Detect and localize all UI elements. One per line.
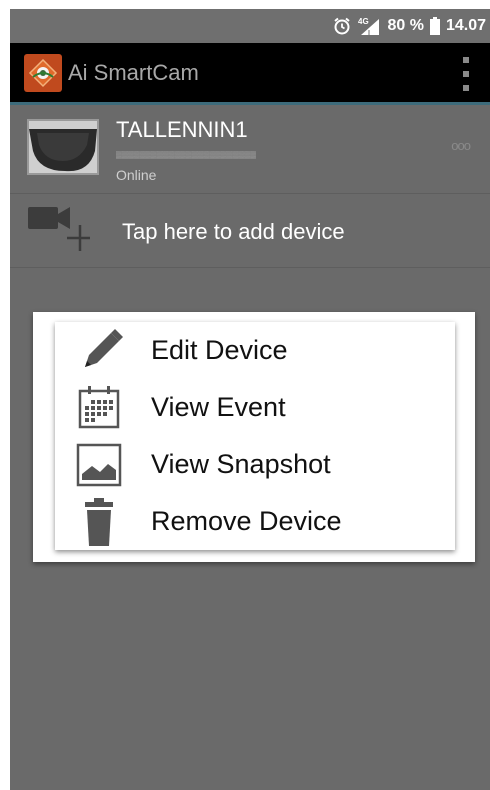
add-camera-icon <box>28 203 93 258</box>
overflow-dot-icon <box>463 85 469 91</box>
menu-item-edit-device[interactable]: Edit Device <box>55 322 455 379</box>
device-list-overlay: TALLENNIN1 ▓▓▓▓▓▓▓▓▓▓▓▓▓▓▓▓▓▓▓▓▓▓▓▓ Onli… <box>10 105 490 790</box>
pencil-icon <box>69 322 129 379</box>
battery-icon <box>429 17 440 35</box>
smartcam-logo-icon <box>28 58 58 87</box>
trash-icon <box>69 493 129 550</box>
device-name: TALLENNIN1 <box>116 117 248 142</box>
overflow-dot-icon <box>463 57 469 63</box>
menu-label: View Event <box>151 392 286 422</box>
menu-item-view-snapshot[interactable]: View Snapshot <box>55 436 455 493</box>
menu-label: Remove Device <box>151 506 342 536</box>
image-icon <box>69 436 129 493</box>
overflow-menu-button[interactable] <box>456 57 476 91</box>
app-title: Ai SmartCam <box>68 59 199 85</box>
device-status: Online <box>116 167 157 183</box>
menu-label: View Snapshot <box>151 449 331 479</box>
device-thumbnail <box>27 119 99 175</box>
network-type-label: 4G <box>358 17 369 26</box>
alarm-clock-icon <box>333 17 351 35</box>
device-list-item[interactable]: TALLENNIN1 ▓▓▓▓▓▓▓▓▓▓▓▓▓▓▓▓▓▓▓▓▓▓▓▓ Onli… <box>10 105 490 194</box>
add-device-label: Tap here to add device <box>122 219 345 244</box>
signal-4g-icon: 4G <box>357 16 381 36</box>
overflow-dot-icon <box>463 71 469 77</box>
device-uid-redacted: ▓▓▓▓▓▓▓▓▓▓▓▓▓▓▓▓▓▓▓▓▓▓▓▓ <box>116 151 256 159</box>
device-options-dialog: Edit Device View Event View Snapshot Rem… <box>33 312 475 562</box>
battery-percent: 80 % <box>387 17 424 34</box>
menu-item-remove-device[interactable]: Remove Device <box>55 493 455 550</box>
menu-item-view-event[interactable]: View Event <box>55 379 455 436</box>
status-time: 14.07 <box>445 17 486 34</box>
context-menu: Edit Device View Event View Snapshot Rem… <box>55 322 455 550</box>
phone-screen: 4G 80 % 14.07 Ai SmartCam TALLENNIN1 ▓▓▓… <box>10 9 490 790</box>
app-bar: Ai SmartCam <box>10 43 490 105</box>
add-device-row[interactable]: Tap here to add device <box>10 193 490 268</box>
device-more-button[interactable]: ooo <box>451 138 471 153</box>
status-bar: 4G 80 % 14.07 <box>10 9 490 43</box>
menu-label: Edit Device <box>151 335 288 365</box>
app-logo <box>24 53 62 92</box>
calendar-icon <box>69 379 129 436</box>
